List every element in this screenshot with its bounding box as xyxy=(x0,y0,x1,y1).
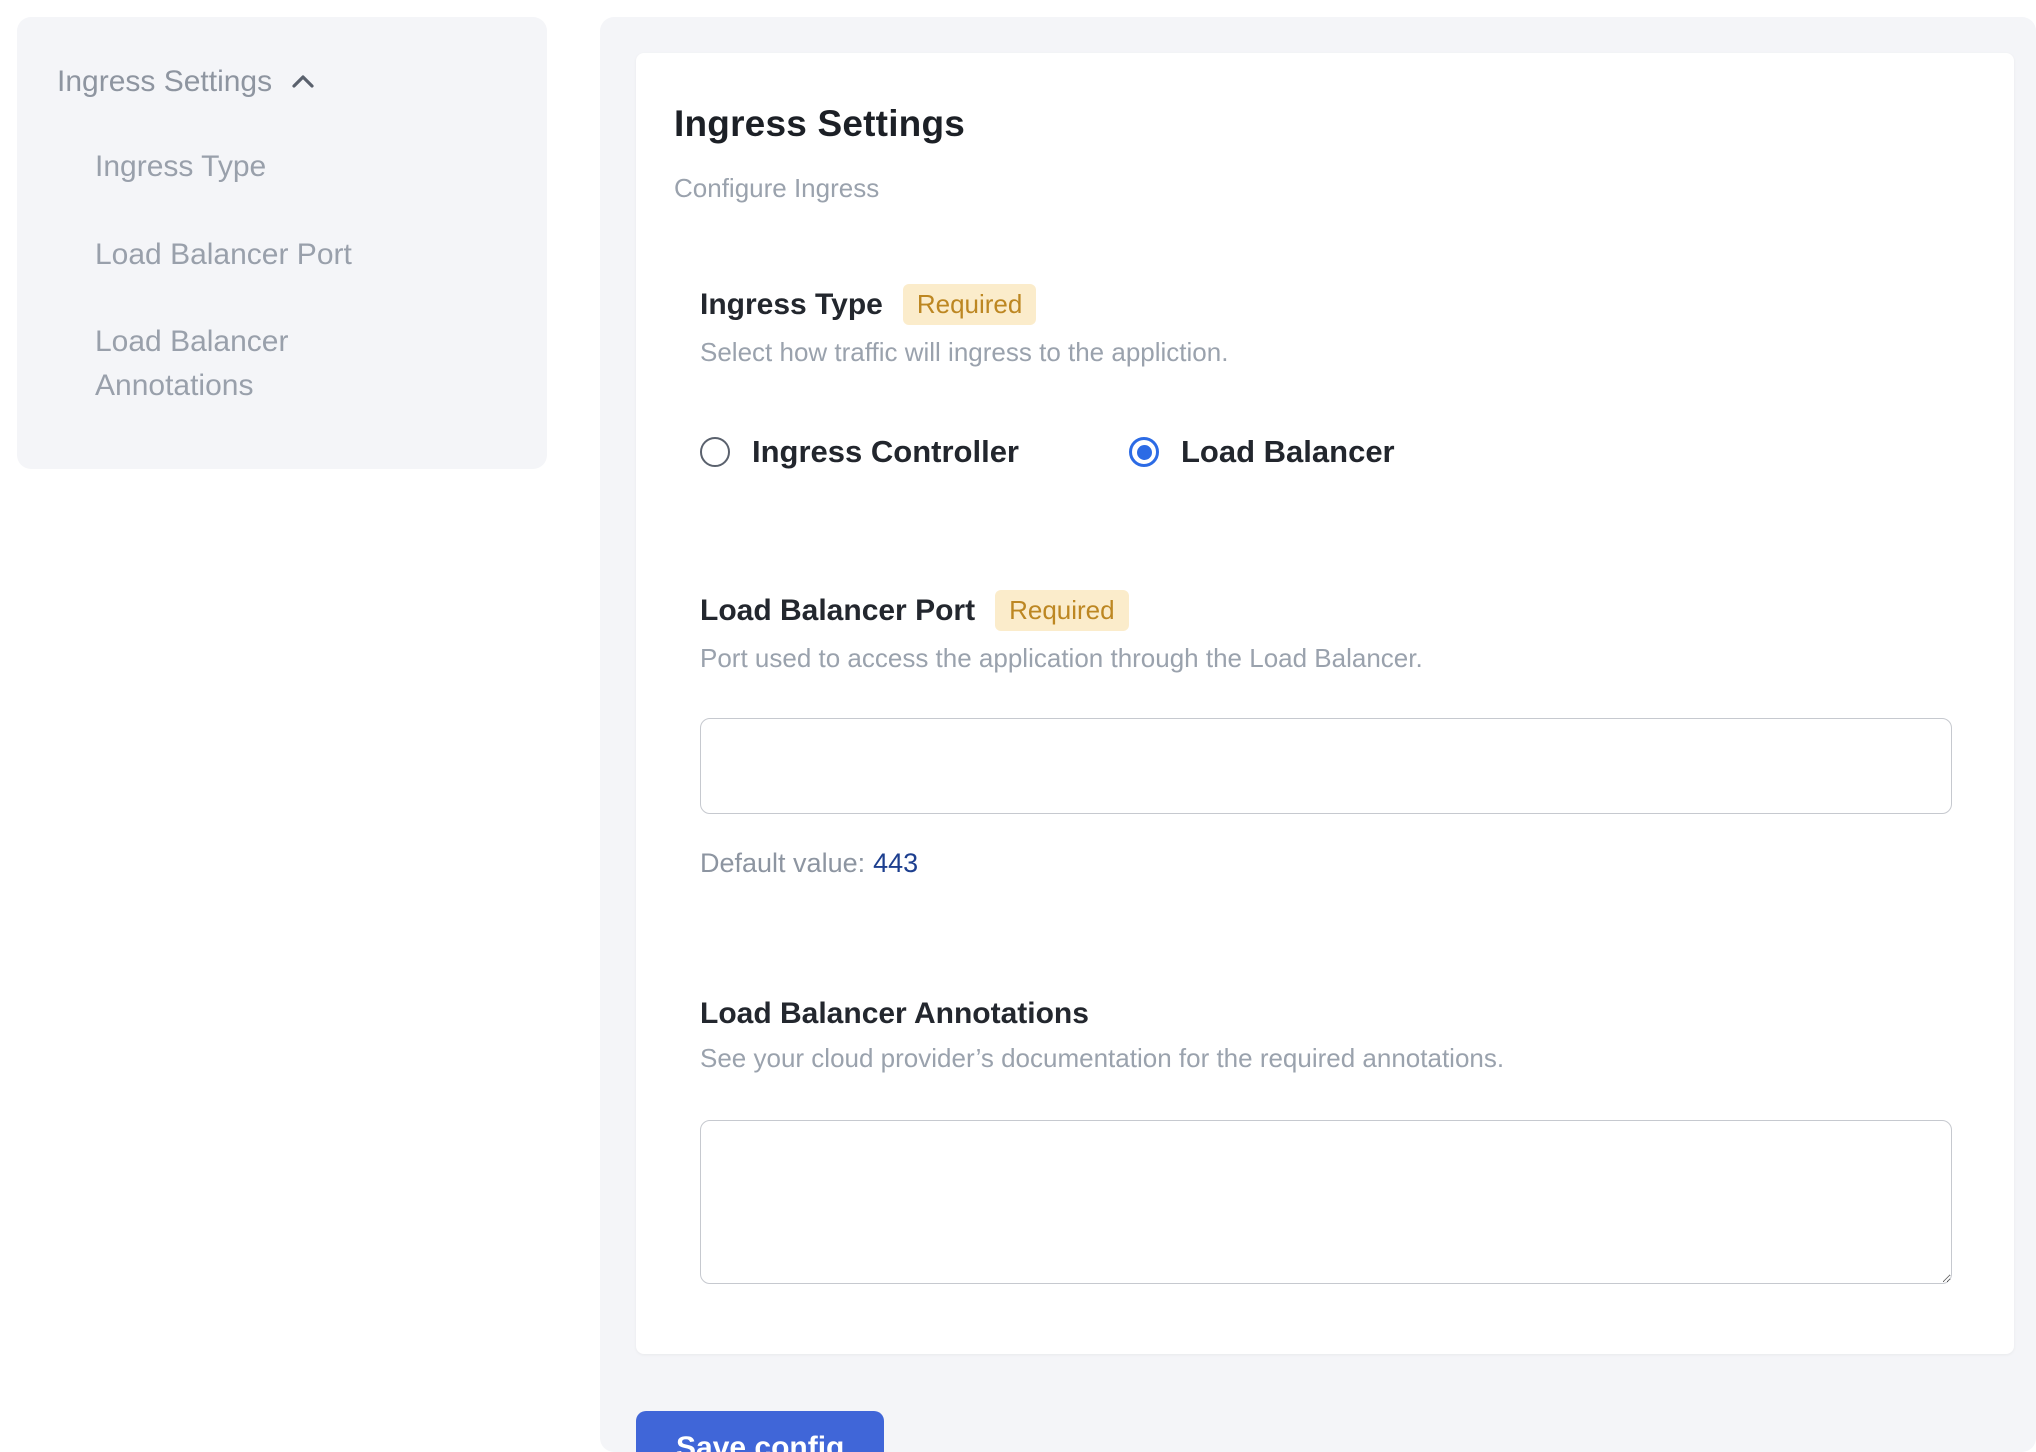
save-row: Save config xyxy=(636,1411,2014,1452)
sidebar-section-ingress-settings[interactable]: Ingress Settings xyxy=(57,65,507,99)
screen: Ingress Settings Ingress Type Load Balan… xyxy=(0,0,2036,1452)
radio-load-balancer[interactable] xyxy=(1129,437,1159,467)
lb-port-default-row: Default value: 443 xyxy=(700,848,1956,879)
radio-load-balancer-label: Load Balancer xyxy=(1181,434,1395,470)
lb-port-input[interactable] xyxy=(700,718,1952,814)
lb-annotations-textarea[interactable] xyxy=(700,1120,1952,1284)
radio-option-load-balancer[interactable]: Load Balancer xyxy=(1129,434,1395,470)
sidebar-items: Ingress Type Load Balancer Port Load Bal… xyxy=(95,145,507,407)
settings-sidebar: Ingress Settings Ingress Type Load Balan… xyxy=(17,17,547,469)
lb-port-heading-row: Load Balancer Port Required xyxy=(700,590,1956,631)
ingress-type-heading: Ingress Type xyxy=(700,288,883,322)
section-ingress-type: Ingress Type Required Select how traffic… xyxy=(700,284,1956,470)
default-value-label: Default value: xyxy=(700,848,865,878)
lb-annotations-heading: Load Balancer Annotations xyxy=(700,997,1089,1031)
chevron-up-icon[interactable] xyxy=(288,67,318,97)
section-load-balancer-port: Load Balancer Port Required Port used to… xyxy=(700,590,1956,879)
required-badge: Required xyxy=(995,590,1129,631)
ingress-settings-card: Ingress Settings Configure Ingress Ingre… xyxy=(636,53,2014,1354)
lb-annotations-heading-row: Load Balancer Annotations xyxy=(700,997,1956,1031)
sidebar-item-load-balancer-port[interactable]: Load Balancer Port xyxy=(95,233,415,277)
page-subtitle: Configure Ingress xyxy=(674,173,1956,204)
ingress-type-options: Ingress Controller Load Balancer xyxy=(700,434,1956,470)
radio-option-ingress-controller[interactable]: Ingress Controller xyxy=(700,434,1019,470)
default-value: 443 xyxy=(873,848,918,878)
ingress-type-description: Select how traffic will ingress to the a… xyxy=(700,337,1956,368)
section-load-balancer-annotations: Load Balancer Annotations See your cloud… xyxy=(700,997,1956,1284)
sidebar-item-ingress-type[interactable]: Ingress Type xyxy=(95,145,415,189)
radio-ingress-controller-label: Ingress Controller xyxy=(752,434,1019,470)
page-title: Ingress Settings xyxy=(674,103,1956,145)
sidebar-section-label: Ingress Settings xyxy=(57,65,272,99)
form-sections: Ingress Type Required Select how traffic… xyxy=(674,284,1956,1284)
ingress-type-heading-row: Ingress Type Required xyxy=(700,284,1956,325)
sidebar-item-load-balancer-annotations[interactable]: Load Balancer Annotations xyxy=(95,320,415,407)
main-panel: Ingress Settings Configure Ingress Ingre… xyxy=(600,17,2036,1452)
lb-annotations-description: See your cloud provider’s documentation … xyxy=(700,1043,1956,1074)
radio-ingress-controller[interactable] xyxy=(700,437,730,467)
lb-port-description: Port used to access the application thro… xyxy=(700,643,1956,674)
required-badge: Required xyxy=(903,284,1037,325)
lb-port-heading: Load Balancer Port xyxy=(700,594,975,628)
save-config-button[interactable]: Save config xyxy=(636,1411,884,1452)
